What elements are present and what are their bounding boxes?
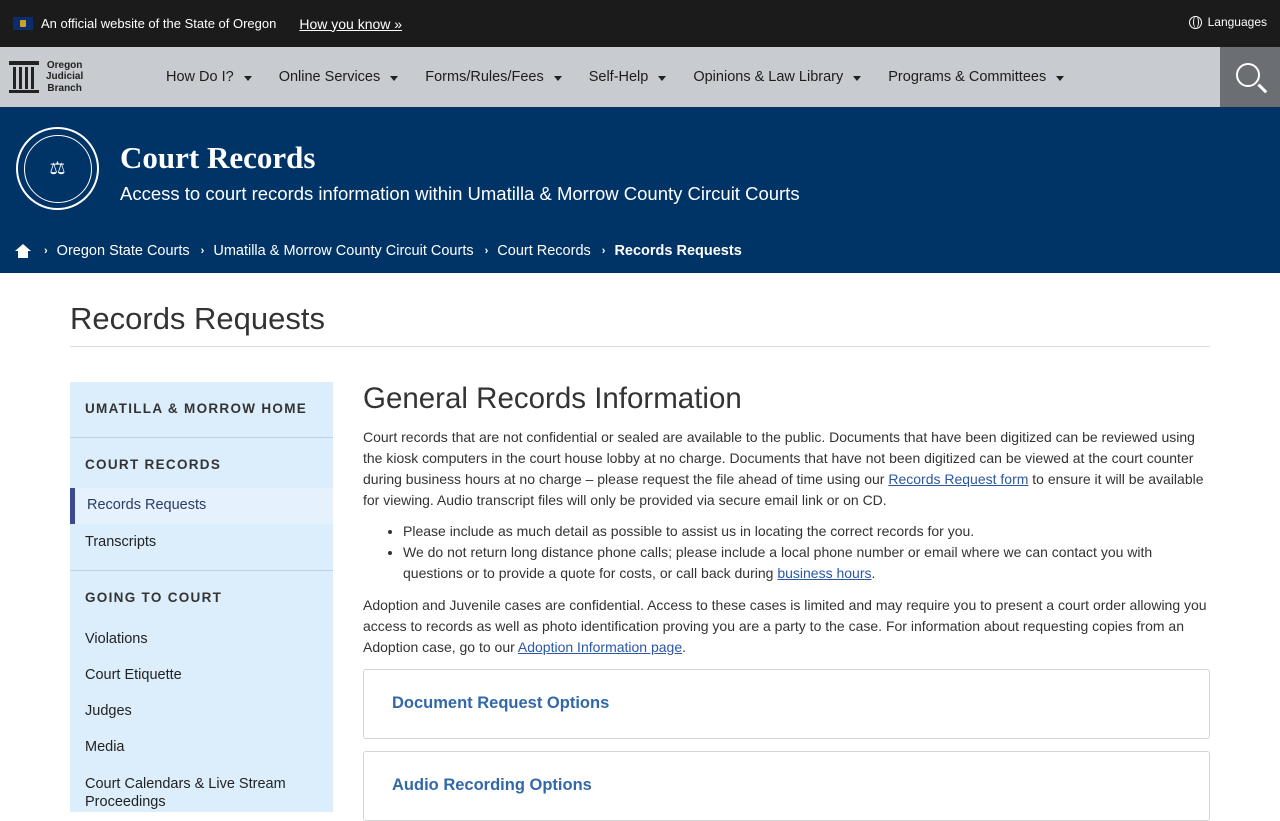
search-button[interactable] <box>1220 47 1280 107</box>
breadcrumb: › Oregon State Courts › Umatilla & Morro… <box>15 243 742 259</box>
chevron-down-icon <box>1056 75 1065 81</box>
chevron-right-icon: › <box>601 245 606 257</box>
chevron-down-icon <box>658 75 667 81</box>
main-content: General Records Information Court record… <box>363 382 1210 821</box>
general-records-paragraph: Court records that are not confidential … <box>363 427 1210 511</box>
hero-subtitle: Access to court records information with… <box>120 183 800 204</box>
logo-line-oregon: Oregon <box>46 59 83 71</box>
chevron-down-icon <box>390 75 399 81</box>
sidebar-item-media[interactable]: Media <box>85 739 125 755</box>
languages-button[interactable]: Languages <box>1188 15 1267 29</box>
nav-label: How Do I? <box>166 69 234 85</box>
accordion-title: Document Request Options <box>392 694 610 712</box>
adoption-juvenile-paragraph: Adoption and Juvenile cases are confiden… <box>363 595 1210 658</box>
nav-label: Programs & Committees <box>888 69 1047 85</box>
sidebar-item-label: Records Requests <box>87 497 207 513</box>
sidebar-divider <box>70 570 333 571</box>
logo-line-branch: Branch <box>47 82 82 94</box>
nav-item-forms-rules-fees[interactable]: Forms/Rules/Fees <box>425 69 562 85</box>
languages-label: Languages <box>1207 15 1267 29</box>
logo-line-judicial: Judicial <box>46 71 84 83</box>
breadcrumb-umatilla-morrow[interactable]: Umatilla & Morrow County Circuit Courts <box>213 243 473 259</box>
sidebar-nav: UMATILLA & MORROW HOME COURT RECORDS Rec… <box>70 382 333 812</box>
nav-menu: How Do I? Online Services Forms/Rules/Fe… <box>166 69 1091 85</box>
sidebar-divider <box>70 437 333 438</box>
sidebar-item-transcripts[interactable]: Transcripts <box>85 534 156 550</box>
nav-item-online-services[interactable]: Online Services <box>279 69 399 85</box>
sidebar-item-court-etiquette[interactable]: Court Etiquette <box>85 667 182 683</box>
main-navbar: Oregon Judicial Branch How Do I? Online … <box>0 47 1280 107</box>
title-divider <box>70 346 1210 347</box>
nav-item-programs-committees[interactable]: Programs & Committees <box>888 69 1065 85</box>
paragraph-text: . <box>682 639 687 655</box>
list-item-text: . <box>871 565 876 581</box>
sidebar-item-umatilla-morrow-home[interactable]: UMATILLA & MORROW HOME <box>70 401 307 416</box>
official-website-text: An official website of the State of Oreg… <box>41 16 277 31</box>
sidebar-item-court-records[interactable]: COURT RECORDS <box>70 457 221 472</box>
list-item-text: Please include as much detail as possibl… <box>403 523 975 539</box>
nav-label: Forms/Rules/Fees <box>425 69 544 85</box>
logo-text: Oregon Judicial Branch <box>46 60 83 95</box>
page-hero: ⚖ Court Records Access to court records … <box>0 107 1280 273</box>
adoption-information-link[interactable]: Adoption Information page <box>518 639 682 655</box>
chevron-down-icon <box>853 75 862 81</box>
nav-label: Online Services <box>278 69 381 85</box>
sidebar-item-records-requests[interactable]: Records Requests <box>70 488 333 524</box>
breadcrumb-court-records[interactable]: Court Records <box>497 243 590 259</box>
accordion-title: Audio Recording Options <box>392 776 592 794</box>
how-you-know-link[interactable]: How you know » <box>299 16 402 32</box>
nav-item-self-help[interactable]: Self-Help <box>589 69 667 85</box>
search-icon <box>1236 63 1260 87</box>
hero-title: Court Records <box>120 140 316 175</box>
official-banner: An official website of the State of Oreg… <box>0 0 1280 47</box>
breadcrumb-oregon-state-courts[interactable]: Oregon State Courts <box>57 243 190 259</box>
globe-icon <box>1188 15 1202 29</box>
nav-item-how-do-i[interactable]: How Do I? <box>166 69 252 85</box>
chevron-right-icon: › <box>200 245 205 257</box>
request-tips-list: Please include as much detail as possibl… <box>363 521 1210 584</box>
list-item: Please include as much detail as possibl… <box>403 521 1210 542</box>
paragraph-text: Adoption and Juvenile cases are confiden… <box>363 597 1207 655</box>
judicial-department-seal-icon: ⚖ <box>16 127 99 210</box>
oregon-flag-icon <box>13 17 33 30</box>
sidebar-item-judges[interactable]: Judges <box>85 703 132 719</box>
nav-label: Opinions & Law Library <box>693 69 844 85</box>
courthouse-pillar-icon <box>9 61 39 93</box>
chevron-right-icon: › <box>44 245 48 257</box>
chevron-down-icon <box>553 75 562 81</box>
chevron-right-icon: › <box>484 245 489 257</box>
list-item: We do not return long distance phone cal… <box>403 542 1210 584</box>
sidebar-item-court-calendars[interactable]: Court Calendars & Live Stream Proceeding… <box>85 775 305 811</box>
section-heading: General Records Information <box>363 382 742 415</box>
audio-recording-options-accordion[interactable]: Audio Recording Options <box>363 751 1210 821</box>
sidebar-item-going-to-court[interactable]: GOING TO COURT <box>70 590 222 605</box>
page-title: Records Requests <box>70 301 326 336</box>
home-icon[interactable] <box>15 244 31 258</box>
sidebar-item-violations[interactable]: Violations <box>85 631 148 647</box>
breadcrumb-current: Records Requests <box>614 243 742 259</box>
business-hours-link[interactable]: business hours <box>777 565 871 581</box>
ojd-logo[interactable]: Oregon Judicial Branch <box>9 60 159 95</box>
document-request-options-accordion[interactable]: Document Request Options <box>363 669 1210 739</box>
chevron-down-icon <box>243 75 252 81</box>
records-request-form-link[interactable]: Records Request form <box>888 471 1028 487</box>
nav-label: Self-Help <box>588 69 649 85</box>
nav-item-opinions-law-library[interactable]: Opinions & Law Library <box>693 69 862 85</box>
